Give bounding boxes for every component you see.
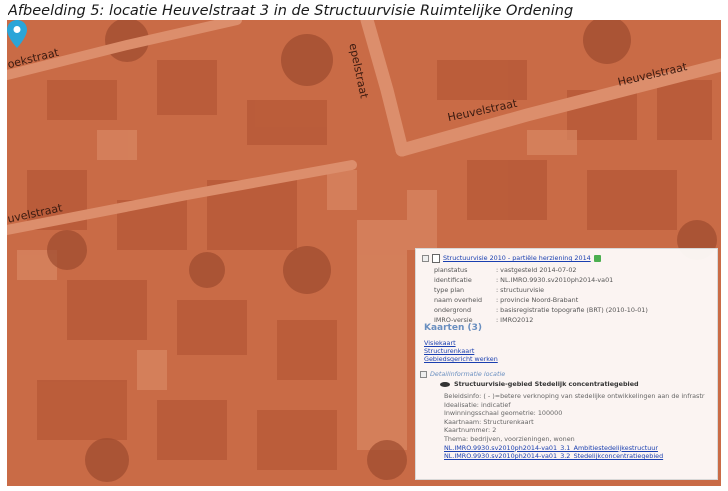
meta-row: ondergrond: basisregistratie topografie … bbox=[434, 306, 648, 314]
detail-line: Kaartnummer: 2 bbox=[444, 426, 497, 435]
detail-section: Detailinformatie locatie Structuurvisie-… bbox=[420, 369, 715, 460]
detail-line: Beleidsinfo: ( - )=betere verknoping van… bbox=[444, 392, 705, 400]
collapse-toggle-icon[interactable] bbox=[420, 370, 427, 378]
meta-row: planstatus: vastgesteld 2014-07-02 bbox=[434, 266, 577, 274]
kaarten-list: Visiekaart Structurenkaart Gebiedsgerich… bbox=[424, 339, 498, 363]
detail-link[interactable]: NL.IMRO.9930.sv2010ph2014-va01_3.2_Stede… bbox=[444, 452, 663, 460]
detail-line: Thema: bedrijven, voorzieningen, wonen bbox=[444, 434, 575, 443]
plan-metadata: planstatus: vastgesteld 2014-07-02 ident… bbox=[434, 265, 648, 325]
figure-caption: Afbeelding 5: locatie Heuvelstraat 3 in … bbox=[8, 3, 574, 19]
view-icon[interactable] bbox=[440, 381, 450, 387]
detail-heading[interactable]: Detailinformatie locatie bbox=[420, 369, 715, 379]
detail-title: Structuurvisie-gebied Stedelijk concentr… bbox=[440, 380, 639, 388]
plan-header: Structuurvisie 2010 - partiële herzienin… bbox=[422, 253, 601, 263]
detail-line: Idealisatie: indicatief bbox=[444, 400, 511, 409]
info-panel: Structuurvisie 2010 - partiële herzienin… bbox=[415, 248, 718, 480]
detail-line: Kaartnaam: Structurenkaart bbox=[444, 417, 534, 426]
kaarten-heading: Kaarten (3) bbox=[424, 323, 482, 333]
detail-heading-label: Detailinformatie locatie bbox=[430, 370, 506, 378]
meta-row: identificatie: NL.IMRO.9930.sv2010ph2014… bbox=[434, 276, 614, 284]
lock-icon bbox=[593, 254, 601, 262]
location-pin-icon[interactable] bbox=[7, 20, 27, 48]
detail-line: Inwinningsschaal geometrie: 100000 bbox=[444, 409, 563, 418]
meta-row: type plan: structuurvisie bbox=[434, 286, 545, 294]
meta-row: naam overheid: provincie Noord-Brabant bbox=[434, 296, 579, 304]
detail-lines: Beleidsinfo: ( - )=betere verknoping van… bbox=[444, 392, 716, 461]
document-icon bbox=[432, 253, 440, 263]
detail-link[interactable]: NL.IMRO.9930.sv2010ph2014-va01_3.1_Ambit… bbox=[444, 444, 658, 452]
kaart-link-structurenkaart[interactable]: Structurenkaart bbox=[424, 347, 474, 355]
plan-title-link[interactable]: Structuurvisie 2010 - partiële herzienin… bbox=[443, 254, 591, 262]
kaart-link-gebiedsgericht[interactable]: Gebiedsgericht werken bbox=[424, 355, 498, 363]
kaart-link-visiekaart[interactable]: Visiekaart bbox=[424, 339, 456, 347]
map-view[interactable]: oekstraat epelstraat Heuvelstraat Heuvel… bbox=[7, 20, 721, 486]
collapse-toggle-icon[interactable] bbox=[422, 254, 429, 262]
detail-title-label: Structuurvisie-gebied Stedelijk concentr… bbox=[454, 380, 639, 388]
